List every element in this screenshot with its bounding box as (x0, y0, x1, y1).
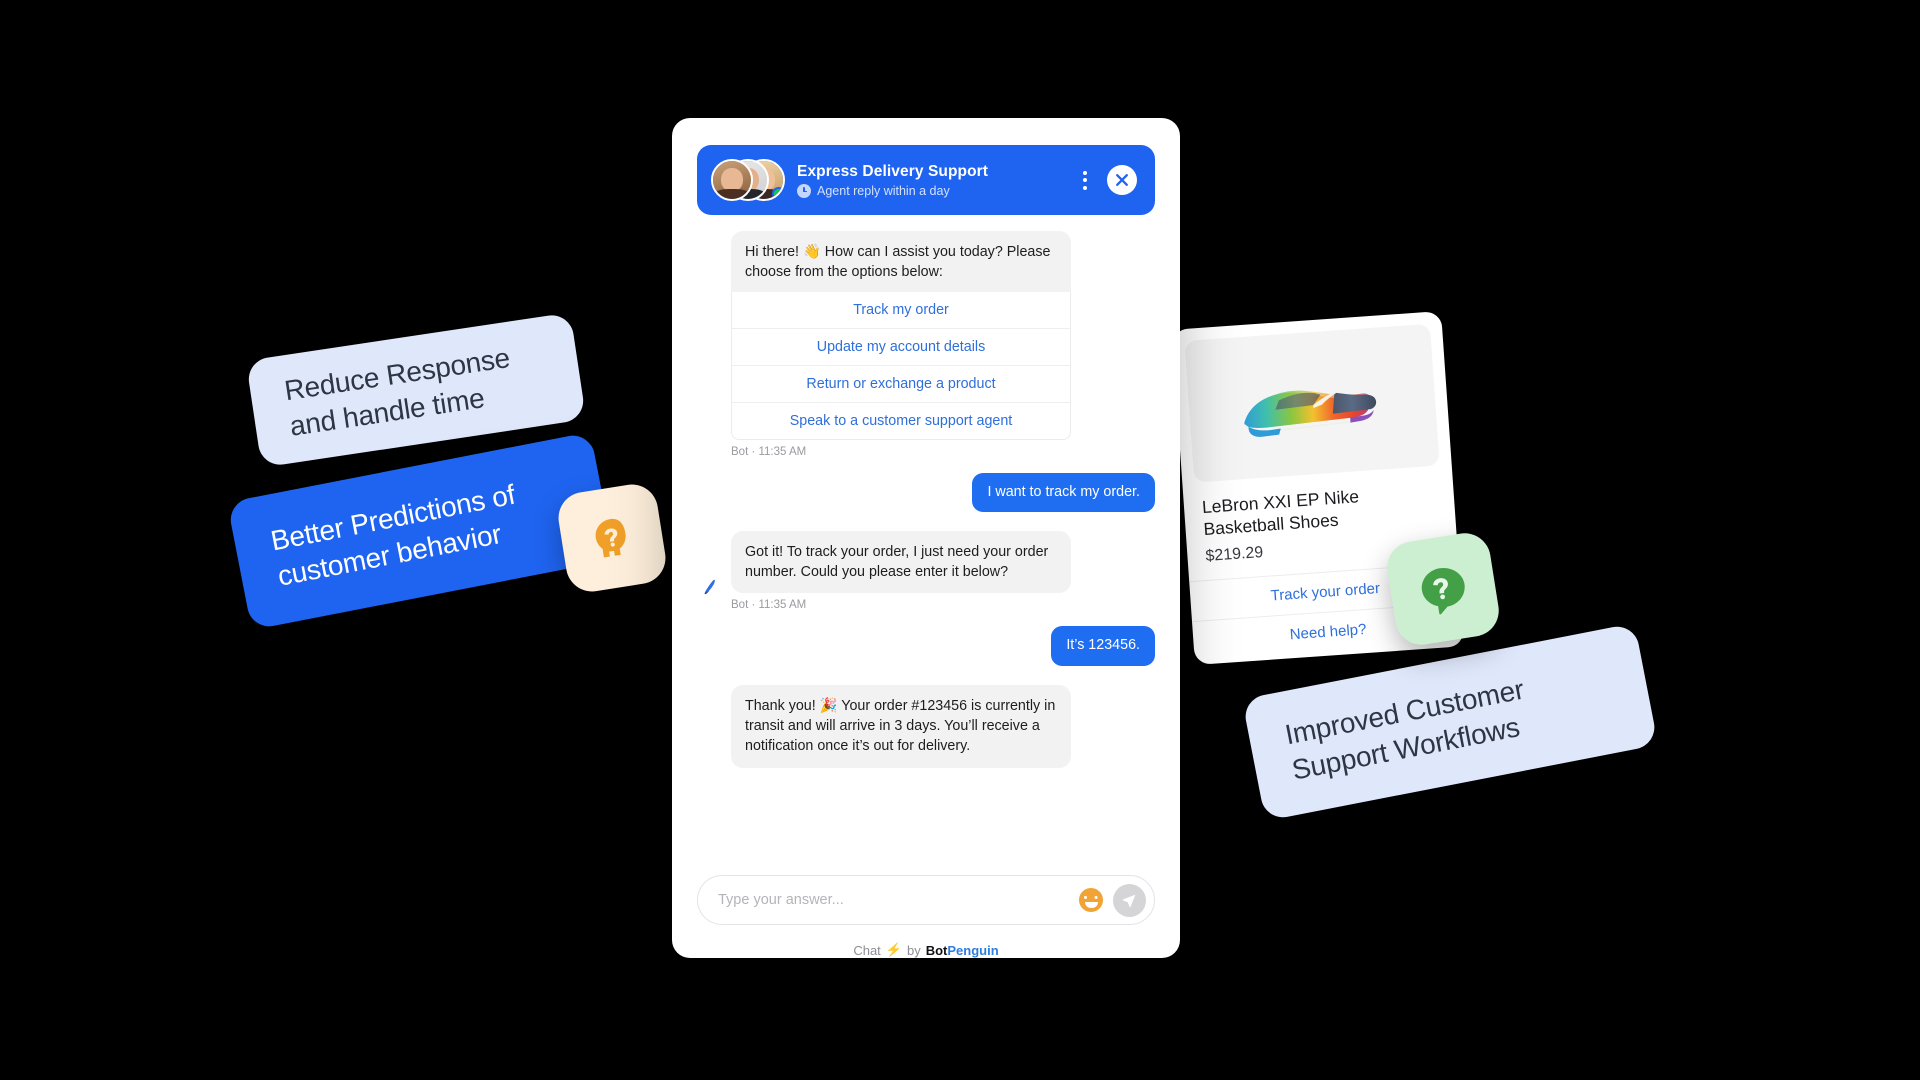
chat-title: Express Delivery Support (797, 162, 989, 180)
message-meta: Bot · 11:35 AM (731, 445, 807, 458)
footer-prefix: Chat (853, 942, 881, 958)
agent-avatar-1 (711, 159, 753, 201)
floating-card-reduce-label: Reduce Response and handle time (282, 342, 512, 442)
user-message-text: It’s 123456. (1051, 626, 1155, 666)
floating-card-workflows-label: Improved Customer Support Workflows (1282, 673, 1527, 786)
bot-penguin-avatar-icon (697, 575, 723, 601)
chat-footer-branding: Chat ⚡ by BotPenguin (697, 925, 1155, 958)
send-paper-plane-icon[interactable] (1113, 883, 1146, 917)
close-icon[interactable] (1107, 165, 1137, 195)
message-row-user: It’s 123456. (697, 626, 1155, 681)
message-input[interactable] (718, 892, 1069, 908)
floating-card-predictions-label: Better Predictions of customer behavior (268, 478, 518, 592)
message-list[interactable]: Hi there! 👋 How can I assist you today? … (697, 215, 1155, 867)
brand-bot: Bot (925, 942, 948, 958)
chat-header-text: Express Delivery Support Agent reply wit… (797, 162, 1063, 199)
nike-sneaker-image (1184, 323, 1440, 483)
lightning-bolt-icon: ⚡ (885, 942, 902, 957)
message-row-user: I want to track my order. (697, 472, 1155, 528)
message-composer[interactable] (697, 875, 1155, 925)
brand-name[interactable]: BotPenguin (926, 943, 999, 958)
kebab-menu-icon[interactable] (1075, 166, 1095, 194)
quick-reply-options[interactable]: Track my order Update my account details… (731, 291, 1071, 440)
online-status-dot (772, 187, 783, 199)
option-speak-to-a-customer-support-agent[interactable]: Speak to a customer support agent (732, 401, 1070, 439)
footer-middle: by (906, 942, 921, 958)
chat-header: Express Delivery Support Agent reply wit… (697, 145, 1155, 215)
bot-message-text: Hi there! 👋 How can I assist you today? … (731, 231, 1071, 292)
message-meta: Bot · 11:35 AM (731, 599, 807, 612)
speech-bubble-question-mark-icon (1383, 529, 1503, 649)
option-track-my-order[interactable]: Track my order (732, 292, 1070, 328)
bot-message-text: Thank you! 🎉 Your order #123456 is curre… (731, 684, 1071, 768)
message-row-bot: Got it! To track your order, I just need… (697, 530, 1155, 624)
brand-penguin: Penguin (947, 942, 999, 958)
page-root: Reduce Response and handle time Better P… (0, 0, 1920, 1080)
head-with-question-mark-icon (554, 480, 670, 596)
message-row-bot: Hi there! 👋 How can I assist you today? … (697, 231, 1155, 470)
option-return-or-exchange-a-product[interactable]: Return or exchange a product (732, 364, 1070, 402)
bot-penguin-avatar-icon (697, 720, 723, 746)
user-message-text: I want to track my order. (972, 472, 1155, 512)
smiley-emoji-icon[interactable] (1079, 888, 1103, 912)
chat-widget-panel: Express Delivery Support Agent reply wit… (672, 118, 1180, 958)
chat-subtitle-row: Agent reply within a day (797, 184, 1063, 199)
bot-penguin-avatar-icon (697, 422, 723, 448)
clock-icon (797, 184, 811, 199)
chat-subtitle: Agent reply within a day (817, 184, 950, 199)
option-update-my-account-details[interactable]: Update my account details (732, 327, 1070, 365)
agent-avatar-group (711, 159, 785, 201)
bot-message-text: Got it! To track your order, I just need… (731, 530, 1071, 594)
message-row-bot: Thank you! 🎉 Your order #123456 is curre… (697, 684, 1155, 768)
